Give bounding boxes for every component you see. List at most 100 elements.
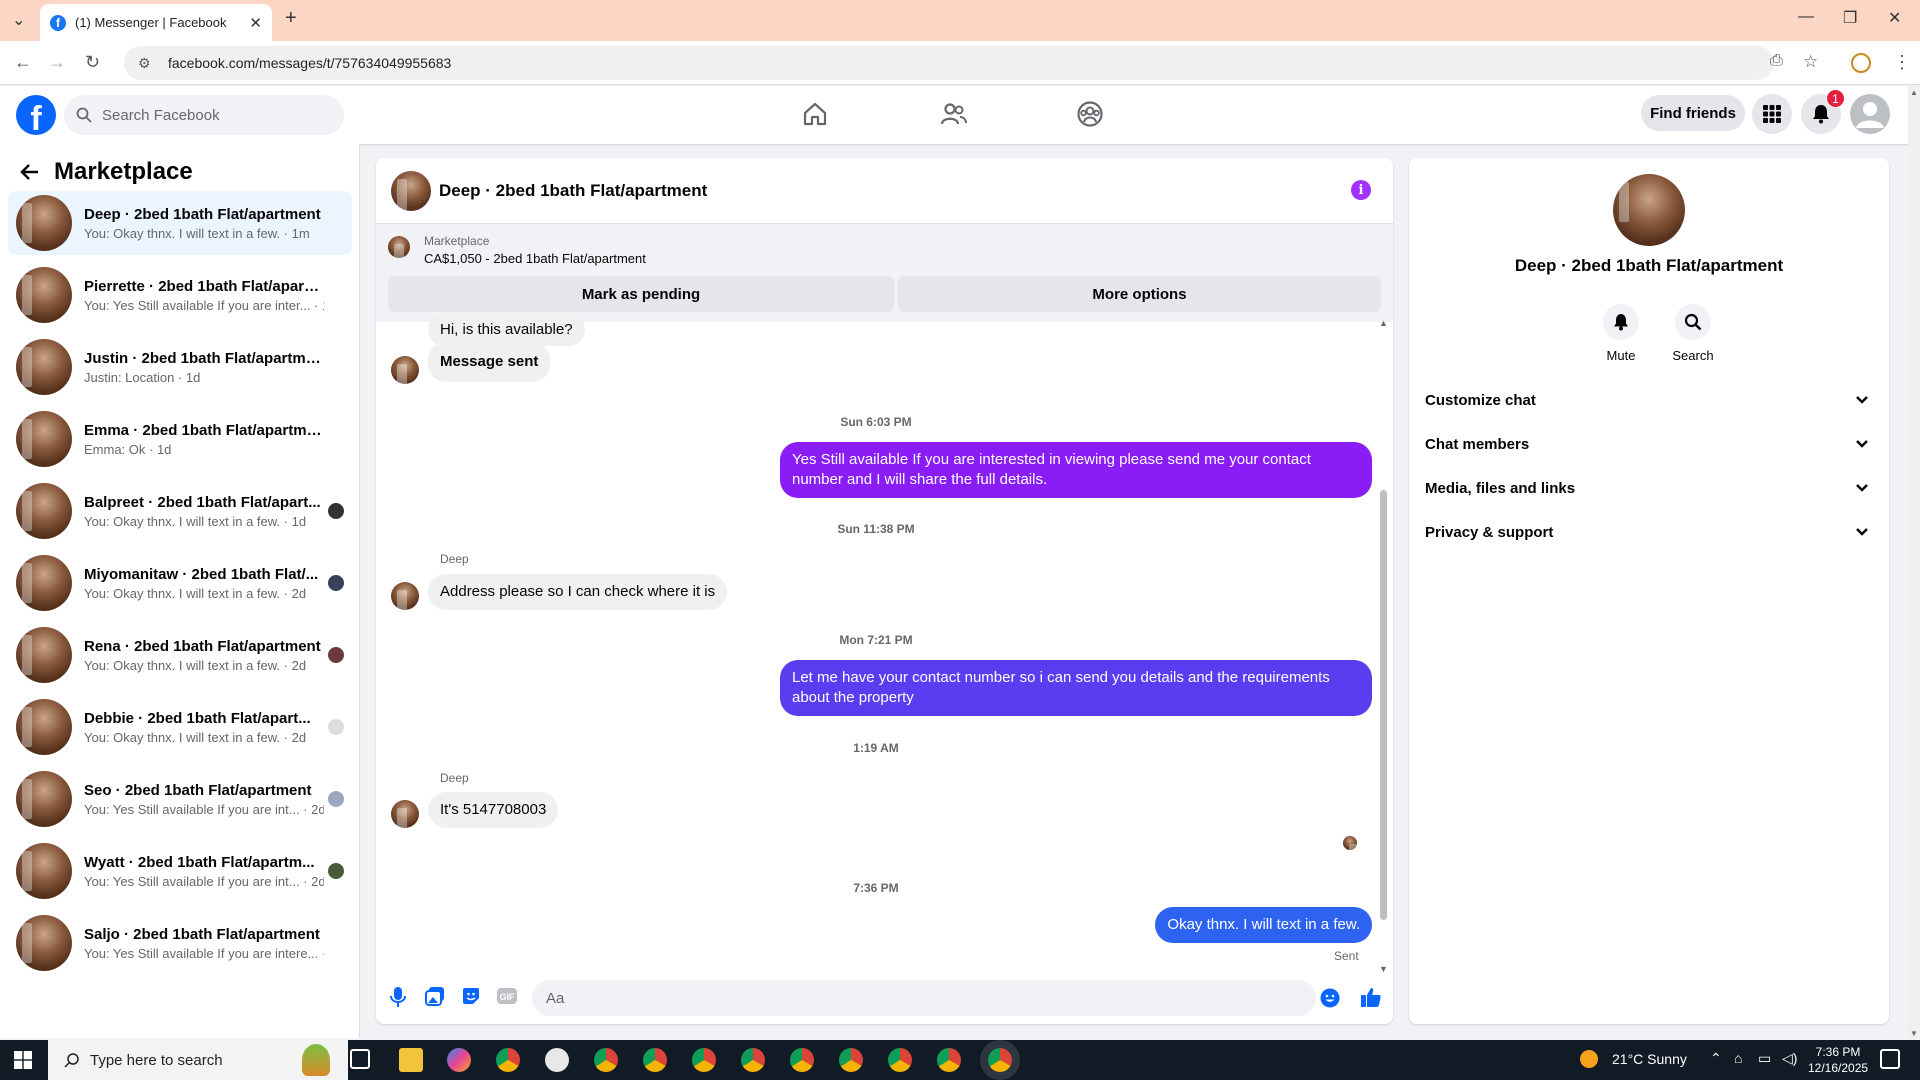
chrome-icon[interactable] (643, 1048, 667, 1072)
info-icon[interactable]: i (1351, 180, 1371, 200)
chat-members-section[interactable]: Chat members (1425, 426, 1873, 462)
app-icon[interactable] (545, 1048, 569, 1072)
meet-icon[interactable]: ⌂ (1734, 1050, 1742, 1066)
thumbs-up-icon[interactable] (1360, 986, 1382, 1008)
mute-button[interactable]: Mute (1591, 304, 1651, 363)
marketplace-listing-bar: Marketplace CA$1,050 - 2bed 1bath Flat/a… (376, 224, 1393, 322)
chrome-icon[interactable] (594, 1048, 618, 1072)
listing-avatar (16, 771, 72, 827)
chrome-icon[interactable] (790, 1048, 814, 1072)
browser-tab[interactable]: f (1) Messenger | Facebook ✕ (40, 4, 272, 41)
account-avatar[interactable] (1850, 94, 1890, 134)
conversation-item[interactable]: Seo · 2bed 1bath Flat/apartment You: Yes … (8, 767, 352, 831)
new-tab-icon[interactable]: + (285, 7, 297, 30)
conversation-preview: You: Okay thnx. I will text in a few. · … (84, 585, 307, 601)
scrollbar-thumb[interactable] (1380, 490, 1387, 920)
url-field[interactable]: ⚙ facebook.com/messages/t/75763404995568… (124, 46, 1774, 80)
customize-chat-section[interactable]: Customize chat (1425, 382, 1873, 418)
copilot-icon[interactable] (447, 1048, 471, 1072)
back-arrow-icon[interactable]: ← (14, 52, 32, 73)
gif-icon[interactable]: GIF (496, 986, 518, 1006)
scroll-up-icon[interactable]: ▲ (1910, 88, 1918, 97)
browser-menu-icon[interactable]: ⋮ (1893, 52, 1911, 73)
chrome-icon[interactable] (496, 1048, 520, 1072)
minimize-icon[interactable]: — (1798, 8, 1814, 26)
chrome-icon[interactable] (741, 1048, 765, 1072)
forward-arrow-icon[interactable]: → (48, 52, 66, 73)
conversation-item[interactable]: Debbie · 2bed 1bath Flat/apart... You: Ok… (8, 695, 352, 759)
conversation-item[interactable]: Wyatt · 2bed 1bath Flat/apartm... You: Ye… (8, 839, 352, 903)
microphone-icon[interactable] (390, 986, 406, 1008)
notification-center-icon[interactable] (1880, 1049, 1900, 1069)
listing-title[interactable]: CA$1,050 - 2bed 1bath Flat/apartment (424, 251, 646, 266)
timestamp: Mon 7:21 PM (839, 633, 913, 647)
reload-icon[interactable]: ↻ (85, 52, 100, 73)
message-input[interactable]: Aa (532, 980, 1316, 1016)
conversation-item[interactable]: Saljo · 2bed 1bath Flat/apartment You: Ye… (8, 911, 352, 975)
mark-as-pending-button[interactable]: Mark as pending (388, 276, 894, 312)
scroll-down-icon[interactable]: ▼ (1379, 964, 1388, 974)
close-window-icon[interactable]: ✕ (1888, 8, 1901, 28)
conversation-item[interactable]: Miyomanitaw · 2bed 1bath Flat/... You: Ok… (8, 551, 352, 615)
conversation-item[interactable]: Pierrette · 2bed 1bath Flat/apartm... You… (8, 263, 352, 327)
chat-title[interactable]: Deep · 2bed 1bath Flat/apartment (439, 181, 707, 201)
scroll-up-icon[interactable]: ▲ (1379, 318, 1388, 328)
back-arrow-icon[interactable] (20, 162, 40, 182)
chrome-icon[interactable] (888, 1048, 912, 1072)
weather-text[interactable]: 21°C Sunny (1612, 1051, 1687, 1067)
bell-icon (1614, 314, 1628, 331)
profile-icon[interactable] (1851, 53, 1871, 73)
listing-avatar (16, 915, 72, 971)
tray-chevron-up-icon[interactable]: ⌃ (1710, 1050, 1722, 1067)
more-options-button[interactable]: More options (898, 276, 1381, 312)
bookmark-star-icon[interactable]: ☆ (1803, 52, 1818, 72)
windows-start-icon[interactable] (14, 1051, 32, 1069)
sticker-icon[interactable] (461, 986, 481, 1006)
site-info-icon[interactable]: ⚙ (138, 55, 154, 72)
close-tab-icon[interactable]: ✕ (249, 14, 262, 32)
conversation-preview: You: Yes Still available If you are int.… (84, 801, 324, 817)
listing-avatar (16, 411, 72, 467)
task-view-icon[interactable] (350, 1049, 370, 1069)
chat-scrollbar[interactable]: ▲ ▼ (1379, 318, 1388, 974)
chrome-icon-active[interactable] (988, 1048, 1012, 1072)
scroll-down-icon[interactable]: ▼ (1910, 1029, 1918, 1038)
install-app-icon[interactable]: ⎙ (1770, 52, 1783, 70)
chevron-down-icon (1856, 440, 1868, 448)
network-icon[interactable]: ▭ (1758, 1050, 1771, 1067)
chat-avatar[interactable] (391, 170, 431, 211)
taskbar-search-input[interactable]: Type here to search (48, 1040, 348, 1080)
chrome-icon[interactable] (839, 1048, 863, 1072)
chrome-icon[interactable] (692, 1048, 716, 1072)
sender-avatar (391, 356, 419, 384)
profile-name: Deep · 2bed 1bath Flat/apartment (1514, 256, 1784, 275)
profile-avatar[interactable] (1613, 174, 1685, 246)
emoji-icon[interactable] (1320, 988, 1340, 1008)
tab-list-chevron-icon[interactable]: ⌄ (12, 10, 25, 30)
conversation-item[interactable]: Rena · 2bed 1bath Flat/apartment You: Oka… (8, 623, 352, 687)
page-scrollbar[interactable]: ▲ ▼ (1908, 86, 1920, 1040)
chrome-icon[interactable] (937, 1048, 961, 1072)
message-bubble-outgoing: Let me have your contact number so i can… (780, 660, 1372, 716)
clock-time: 7:36 PM (1815, 1045, 1861, 1059)
photo-icon[interactable] (425, 986, 445, 1006)
taskbar-clock[interactable]: 7:36 PM 12/16/2025 (1808, 1044, 1868, 1076)
listing-thumbnail[interactable] (388, 236, 410, 258)
conversation-item[interactable]: Deep · 2bed 1bath Flat/apartment You: Oka… (8, 191, 352, 255)
search-in-conversation-button[interactable]: Search (1663, 304, 1723, 363)
groups-icon[interactable] (1076, 100, 1104, 128)
friends-icon[interactable] (939, 100, 967, 128)
volume-icon[interactable]: ◁) (1782, 1050, 1797, 1067)
conversation-item[interactable]: Emma · 2bed 1bath Flat/apartment Emma: Ok… (8, 407, 352, 471)
home-icon[interactable] (801, 100, 829, 128)
file-explorer-icon[interactable] (399, 1048, 423, 1072)
privacy-support-section[interactable]: Privacy & support (1425, 514, 1873, 550)
conversation-item[interactable]: Balpreet · 2bed 1bath Flat/apart... You: … (8, 479, 352, 543)
find-friends-button[interactable]: Find friends (1641, 95, 1745, 131)
menu-button[interactable] (1752, 94, 1792, 134)
media-files-links-section[interactable]: Media, files and links (1425, 470, 1873, 506)
conversation-item[interactable]: Justin · 2bed 1bath Flat/apartment Justin… (8, 335, 352, 399)
facebook-search-input[interactable]: Search Facebook (64, 95, 344, 135)
facebook-logo[interactable]: f (16, 95, 56, 135)
restore-icon[interactable]: ❐ (1843, 8, 1857, 28)
